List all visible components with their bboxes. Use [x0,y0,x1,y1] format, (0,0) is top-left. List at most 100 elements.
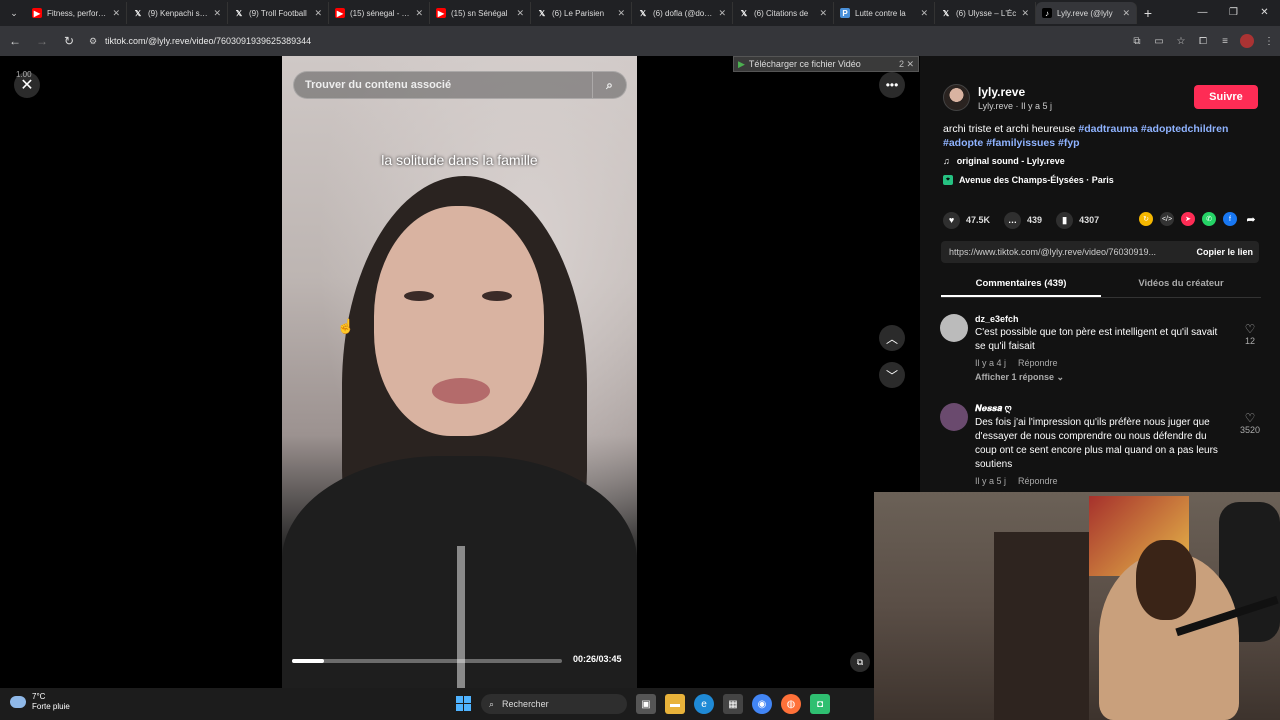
commenter-name[interactable]: 𝑵𝒆𝒔𝒔𝒂 ღ [975,403,1225,414]
like-stat[interactable]: ♥ 47.5K [943,211,990,229]
related-content-search[interactable]: Trouver du contenu associé ⌕ [293,71,627,99]
comment-stat[interactable]: … 439 [1004,211,1042,229]
show-replies-button[interactable]: Afficher 1 réponse ⌄ [975,372,1225,383]
video-link[interactable]: https://www.tiktok.com/@lyly.reve/video/… [949,247,1156,257]
new-tab-button[interactable]: + [1137,5,1159,21]
send-icon[interactable]: ➤ [1181,212,1195,226]
tab-search-button[interactable]: ⌄ [2,2,26,24]
next-video-button[interactable]: ﹀ [879,362,905,388]
cast-icon[interactable]: ▭ [1148,36,1170,47]
commenter-name[interactable]: dz_e3efch [975,314,1225,324]
translate-icon[interactable]: ⧉ [1126,36,1148,47]
close-tab-icon[interactable]: ✕ [819,8,827,19]
close-tab-icon[interactable]: ✕ [415,8,423,19]
hashtag[interactable]: #dadtrauma [1078,123,1138,135]
browser-tab[interactable]: ▶ (15) sn Sénégal ✕ [430,2,531,24]
search-icon[interactable]: ⌕ [592,72,626,98]
browser-tab[interactable]: P Lutte contre la ✕ [834,2,935,24]
tab-title: (15) sénegal - YouTube [350,8,411,18]
url-bar[interactable]: ⚙ tiktok.com/@lyly.reve/video/7603091939… [89,29,1089,53]
video-frame[interactable] [282,56,637,688]
creator-profile[interactable]: lyly.reve Lyly.reve · Il y a 5 j [943,84,1052,111]
hashtag[interactable]: #adopte [943,137,983,149]
heart-outline-icon[interactable]: ♡ [1235,411,1265,425]
store-icon[interactable]: ▦ [723,694,743,714]
browser-menu-icon[interactable]: ⋮ [1258,36,1280,47]
save-stat[interactable]: ▮ 4307 [1056,211,1099,229]
reply-button[interactable]: Répondre [1018,358,1058,368]
tab-comments[interactable]: Commentaires (439) [941,274,1101,297]
whatsapp-icon[interactable]: ✆ [1202,212,1216,226]
facebook-icon[interactable]: f [1223,212,1237,226]
close-tab-icon[interactable]: ✕ [112,8,120,19]
close-tab-icon[interactable]: ✕ [314,8,322,19]
download-extra[interactable]: 2 ✕ [899,59,914,70]
browser-tab[interactable]: ♪ Lyly.reve (@lyly ✕ [1036,2,1137,24]
more-options-button[interactable]: ••• [879,72,905,98]
hashtag[interactable]: #adoptedchildren [1141,123,1229,135]
taskbar-search[interactable]: ⌕ Rechercher [481,694,627,714]
url-text: tiktok.com/@lyly.reve/video/760309193962… [105,36,312,46]
close-tab-icon[interactable]: ✕ [1122,8,1130,19]
edge-icon[interactable]: e [694,694,714,714]
location-link[interactable]: ⌖ Avenue des Champs-Élysées · Paris [943,175,1114,185]
browser-tab[interactable]: 𝕏 (9) Kenpachi sur X ✕ [127,2,228,24]
heart-icon[interactable]: ♥ [943,211,960,229]
comment-like[interactable]: ♡ 3520 [1235,411,1265,435]
back-button[interactable]: ← [3,29,27,53]
browser-tab[interactable]: 𝕏 (6) dofla (@dofla) ✕ [632,2,733,24]
browser-tab[interactable]: 𝕏 (6) Le Parisien ✕ [531,2,632,24]
browser-tab[interactable]: 𝕏 (6) Ulysse – L'Éc ✕ [935,2,1036,24]
profile-avatar[interactable] [1240,34,1254,48]
chrome-icon[interactable]: ◉ [752,694,772,714]
app-icon[interactable]: ◘ [810,694,830,714]
repost-icon[interactable]: ↻ [1139,212,1153,226]
share-arrow-icon[interactable]: ➦ [1244,212,1258,226]
minimize-icon[interactable]: — [1187,0,1218,24]
close-tab-icon[interactable]: ✕ [718,8,726,19]
hashtag[interactable]: #familyissues [986,137,1055,149]
browser-tab[interactable]: ▶ (15) sénegal - YouTube ✕ [329,2,430,24]
download-video-bar[interactable]: ▶ Télécharger ce fichier Vidéo 2 ✕ [733,56,919,72]
creator-username[interactable]: lyly.reve [978,85,1052,99]
bookmark-icon[interactable]: ▮ [1056,211,1074,229]
extensions-icon[interactable]: ⧠ [1192,36,1214,47]
copy-link-button[interactable]: Copier le lien [1196,247,1253,257]
reply-button[interactable]: Répondre [1018,476,1058,486]
media-icon[interactable]: ≡ [1214,36,1236,47]
follow-button[interactable]: Suivre [1194,85,1258,109]
browser-tab[interactable]: 𝕏 (9) Troll Football ✕ [228,2,329,24]
close-tab-icon[interactable]: ✕ [1021,8,1029,19]
firefox-icon[interactable]: ◍ [781,694,801,714]
close-tab-icon[interactable]: ✕ [617,8,625,19]
commenter-avatar[interactable] [940,314,968,342]
heart-outline-icon[interactable]: ♡ [1235,322,1265,336]
browser-tab[interactable]: ▶ Fitness, performance✕ [26,2,127,24]
sound-link[interactable]: ♫ original sound - Lyly.reve [943,156,1065,166]
taskbar-apps: ▣ ▬ e ▦ ◉ ◍ ◘ [636,694,839,714]
weather-widget[interactable]: 7°C Forte pluie [10,692,70,712]
task-view-icon[interactable]: ▣ [636,694,656,714]
reload-button[interactable]: ↻ [57,29,81,53]
close-window-icon[interactable]: ✕ [1249,0,1280,24]
hashtag[interactable]: #fyp [1058,137,1080,149]
forward-button[interactable]: → [30,29,54,53]
creator-avatar[interactable] [943,84,970,111]
video-progress-bar[interactable] [292,659,562,663]
restore-icon[interactable]: ❐ [1218,0,1249,24]
picture-in-picture-icon[interactable]: ⧉ [850,652,870,672]
tab-creator-videos[interactable]: Vidéos du créateur [1101,274,1261,297]
comment-icon[interactable]: … [1004,211,1022,229]
windows-start-icon[interactable] [456,696,471,711]
previous-video-button[interactable]: ︿ [879,325,905,351]
embed-icon[interactable]: </> [1160,212,1174,226]
close-tab-icon[interactable]: ✕ [516,8,524,19]
browser-tab[interactable]: 𝕏 (6) Citations de ✕ [733,2,834,24]
file-explorer-icon[interactable]: ▬ [665,694,685,714]
commenter-avatar[interactable] [940,403,968,431]
close-tab-icon[interactable]: ✕ [920,8,928,19]
close-tab-icon[interactable]: ✕ [213,8,221,19]
comment-like[interactable]: ♡ 12 [1235,322,1265,346]
bookmark-star-icon[interactable]: ☆ [1170,36,1192,47]
site-info-icon[interactable]: ⚙ [89,36,105,47]
